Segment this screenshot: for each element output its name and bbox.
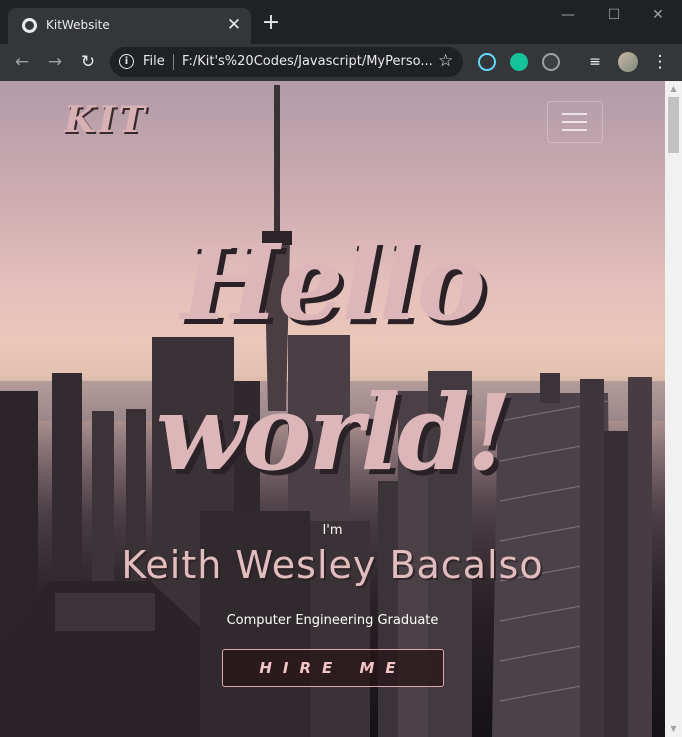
menu-line (562, 121, 587, 123)
new-tab-button[interactable]: + (259, 12, 283, 36)
browser-tab[interactable]: KitWebsite ✕ (8, 8, 251, 44)
globe-icon (22, 18, 37, 33)
page-scrollbar[interactable]: ▲ ▼ (665, 81, 682, 737)
hamburger-menu-button[interactable] (547, 101, 603, 143)
close-tab-icon[interactable]: ✕ (223, 14, 245, 36)
info-icon[interactable]: i (119, 54, 134, 69)
address-bar[interactable]: i File F:/Kit's%20Codes/Javascript/MyPer… (110, 47, 463, 77)
back-arrow-icon[interactable]: ← (10, 50, 34, 74)
grammarly-icon[interactable] (510, 53, 528, 71)
scroll-down-arrow-icon[interactable]: ▼ (665, 721, 682, 737)
minimize-button[interactable]: — (548, 4, 588, 28)
hire-me-button[interactable]: HIRE ME (222, 649, 444, 687)
intro-text: I'm (322, 523, 343, 538)
reload-icon[interactable]: ↻ (76, 50, 100, 74)
browser-tab-bar: KitWebsite ✕ + — ☐ ✕ (0, 0, 682, 44)
url-scheme-label: File (143, 54, 165, 69)
forward-arrow-icon[interactable]: → (43, 50, 67, 74)
close-window-button[interactable]: ✕ (638, 4, 678, 28)
extension-icon[interactable] (542, 53, 560, 71)
owner-name: Keith Wesley Bacalso (121, 543, 544, 587)
scroll-up-arrow-icon[interactable]: ▲ (665, 81, 682, 97)
profile-avatar[interactable] (618, 52, 638, 72)
menu-dots-icon[interactable]: ⋮ (648, 50, 672, 74)
scrollbar-thumb[interactable] (668, 97, 679, 153)
tab-title: KitWebsite (46, 18, 110, 32)
menu-line (562, 113, 587, 115)
site-logo[interactable]: KIT (64, 99, 148, 141)
bookmark-star-icon[interactable]: ☆ (438, 51, 453, 71)
menu-line (562, 129, 587, 131)
maximize-button[interactable]: ☐ (594, 4, 634, 28)
browser-toolbar: ← → ↻ i File F:/Kit's%20Codes/Javascript… (0, 44, 682, 81)
react-devtools-icon[interactable] (478, 53, 496, 71)
url-text[interactable]: F:/Kit's%20Codes/Javascript/MyPerso... (182, 54, 433, 69)
omnibox-divider (173, 54, 174, 70)
hero-heading-line2: world! (155, 371, 513, 494)
owner-title: Computer Engineering Graduate (226, 613, 439, 628)
page-viewport: KIT Hello world! I'm Keith Wesley Bacals… (0, 81, 665, 737)
hero-heading-line1: Hello (181, 221, 486, 344)
media-control-icon[interactable]: ≡ (583, 50, 607, 74)
